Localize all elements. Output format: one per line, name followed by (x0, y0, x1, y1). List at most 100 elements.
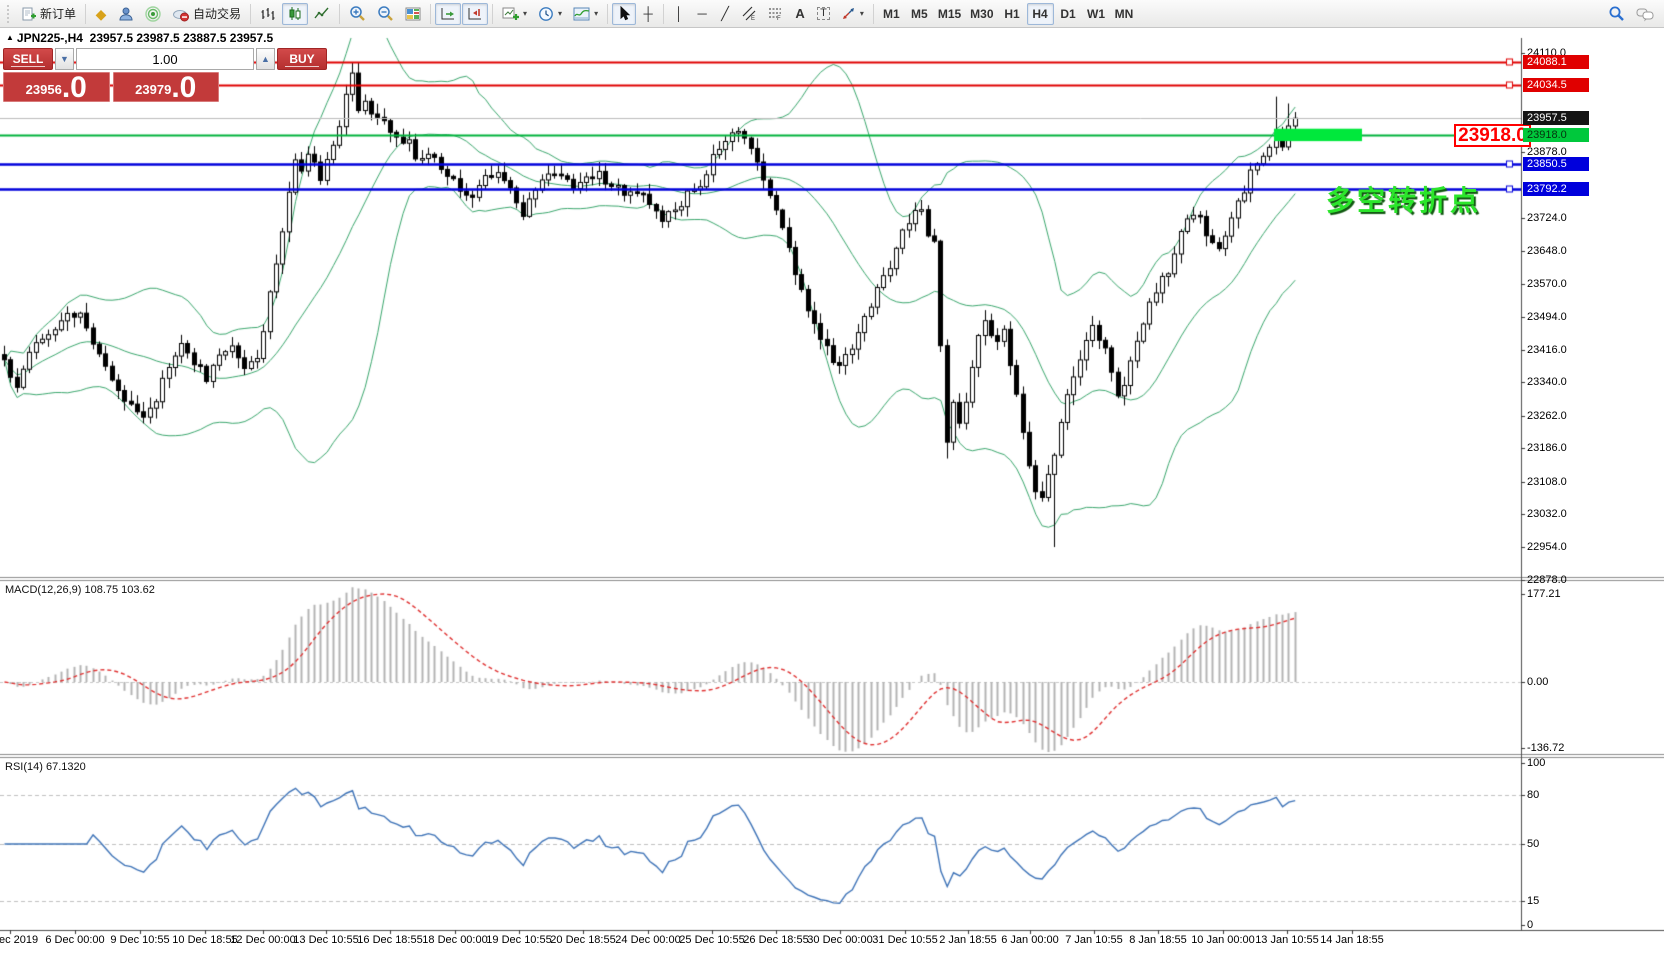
toolbar-separator (339, 4, 340, 24)
buy-price-display[interactable]: 23979.0 (113, 72, 220, 102)
fibonacci-icon: F (768, 6, 783, 21)
buy-button[interactable]: BUY (277, 48, 327, 70)
candlestick-chart-icon (287, 6, 303, 22)
horizontal-line-button[interactable]: ─ (691, 3, 713, 25)
candlestick-chart-button[interactable] (282, 3, 308, 25)
profile-icon (118, 6, 134, 22)
rsi-axis-label: 50 (1527, 837, 1539, 851)
timeframe-m15-button[interactable]: M15 (934, 3, 965, 25)
timeframe-mn-button[interactable]: MN (1111, 3, 1138, 25)
diamond-icon: ◆ (96, 7, 107, 21)
new-chart-button[interactable]: ▾ (497, 3, 532, 25)
chart-window: ▲JPN225-,H4 23957.5 23987.5 23887.5 2395… (0, 28, 1664, 953)
sell-price-fraction: .0 (62, 75, 87, 101)
arrows-button[interactable]: ▾ (836, 3, 869, 25)
volume-decrease-button[interactable]: ▼ (55, 48, 74, 70)
sell-button[interactable]: SELL (3, 48, 53, 70)
price-tick-label: 23262.0 (1527, 409, 1567, 423)
chart-symbol-period: JPN225-,H4 (17, 31, 83, 45)
time-axis-label: 19 Dec 10:55 (486, 934, 551, 946)
new-chart-icon (502, 6, 519, 22)
text-button[interactable]: A (789, 3, 811, 25)
timeframe-h1-button[interactable]: H1 (999, 3, 1026, 25)
price-level-callout[interactable]: 23918.0 (1454, 124, 1531, 147)
time-axis-label: 13 Jan 10:55 (1255, 934, 1319, 946)
market-watch-button[interactable]: ◆ (90, 3, 112, 25)
crosshair-button[interactable]: ┼ (637, 3, 659, 25)
autotrading-button[interactable]: 自动交易 (167, 3, 246, 25)
price-line-badge: 23957.5 (1523, 111, 1589, 125)
chart-ohlc-values: 23957.5 23987.5 23887.5 23957.5 (90, 31, 274, 45)
macd-axis-label: 177.21 (1527, 587, 1561, 601)
timeframe-w1-button[interactable]: W1 (1083, 3, 1110, 25)
cursor-button[interactable] (612, 3, 636, 25)
toolbar-separator (85, 4, 86, 24)
period-clock-button[interactable]: ▾ (533, 3, 567, 25)
indicators-icon (573, 6, 590, 22)
vertical-line-icon: │ (675, 7, 683, 20)
zoom-out-button[interactable] (372, 3, 399, 25)
timeframe-m5-button[interactable]: M5 (906, 3, 933, 25)
time-axis-label: 9 Dec 10:55 (110, 934, 169, 946)
price-tick-label: 23648.0 (1527, 244, 1567, 258)
indicators-button[interactable]: ▾ (568, 3, 603, 25)
fibonacci-button[interactable]: F (763, 3, 788, 25)
toolbar-separator (250, 4, 251, 24)
timeframe-m30-button[interactable]: M30 (966, 3, 997, 25)
timeframe-d1-button[interactable]: D1 (1055, 3, 1082, 25)
collapse-arrow-icon[interactable]: ▲ (6, 33, 14, 42)
macd-axis-label: 0.00 (1527, 675, 1548, 689)
dropdown-caret-icon: ▾ (860, 9, 864, 18)
line-chart-icon (314, 6, 330, 22)
autotrading-icon (172, 6, 190, 22)
crosshair-icon: ┼ (643, 7, 652, 20)
bar-chart-button[interactable] (255, 3, 281, 25)
price-line-badge: 23792.2 (1523, 182, 1589, 196)
dropdown-caret-icon: ▾ (558, 9, 562, 18)
zoom-out-icon (377, 5, 394, 22)
volume-input[interactable] (76, 48, 254, 70)
signal-button[interactable] (140, 3, 166, 25)
timeframe-m1-button[interactable]: M1 (878, 3, 905, 25)
profile-button[interactable] (113, 3, 139, 25)
autotrading-label: 自动交易 (193, 5, 241, 22)
toolbar-separator (663, 4, 664, 24)
chart-shift-button[interactable] (462, 3, 488, 25)
price-tick-label: 23108.0 (1527, 475, 1567, 489)
time-axis-label: 10 Dec 18:55 (172, 934, 237, 946)
zoom-in-button[interactable] (344, 3, 371, 25)
price-tick-label: 23724.0 (1527, 211, 1567, 225)
chart-shift-icon (467, 6, 483, 22)
sell-price-display[interactable]: 23956.0 (3, 72, 110, 102)
price-tick-label: 23032.0 (1527, 507, 1567, 521)
new-order-button[interactable]: 新订单 (16, 3, 81, 25)
line-chart-button[interactable] (309, 3, 335, 25)
auto-scroll-button[interactable] (435, 3, 461, 25)
price-tick-label: 23340.0 (1527, 375, 1567, 389)
auto-scroll-icon (440, 6, 456, 22)
time-axis-label: 10 Jan 00:00 (1191, 934, 1255, 946)
chart-title: ▲JPN225-,H4 23957.5 23987.5 23887.5 2395… (6, 31, 273, 45)
chat-button[interactable] (1631, 3, 1660, 25)
tile-windows-button[interactable] (400, 3, 426, 25)
chart-annotation-text[interactable]: 多空转折点 (1326, 179, 1481, 219)
tile-windows-icon (405, 6, 421, 22)
timeframe-group: M1M5M15M30H1H4D1W1MN (878, 3, 1138, 25)
buy-price-main: 23979 (135, 83, 171, 96)
sell-price-main: 23956 (26, 83, 62, 96)
arrows-icon (841, 6, 856, 21)
time-axis-label: 8 Jan 18:55 (1129, 934, 1187, 946)
search-button[interactable] (1603, 3, 1630, 25)
volume-increase-button[interactable]: ▲ (256, 48, 275, 70)
macd-indicator-label: MACD(12,26,9) 108.75 103.62 (5, 584, 155, 596)
vertical-line-button[interactable]: │ (668, 3, 690, 25)
text-label-button[interactable]: T (812, 3, 835, 25)
price-line-badge: 24034.5 (1523, 78, 1589, 92)
channel-button[interactable]: E (737, 3, 762, 25)
toolbar-grip (7, 5, 12, 23)
trendline-button[interactable]: ╱ (714, 3, 736, 25)
time-axis-label: 20 Dec 18:55 (550, 934, 615, 946)
svg-text:E: E (751, 16, 755, 21)
chart-canvas[interactable] (0, 28, 1664, 953)
timeframe-h4-button[interactable]: H4 (1027, 3, 1054, 25)
